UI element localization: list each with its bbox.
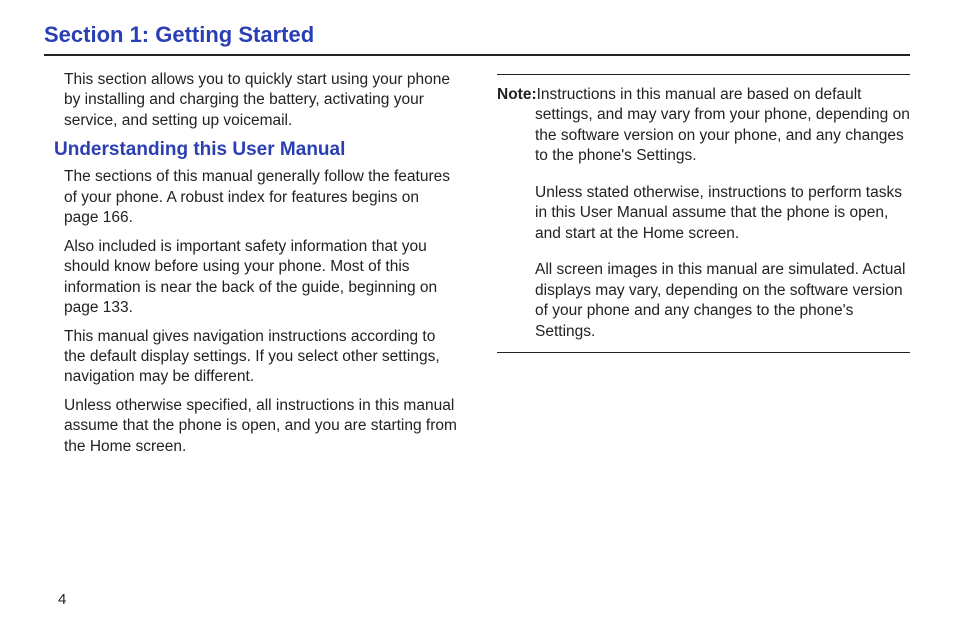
two-column-layout: This section allows you to quickly start…	[44, 70, 910, 465]
note-paragraph: Unless stated otherwise, instructions to…	[497, 183, 910, 244]
body-paragraph: The sections of this manual generally fo…	[44, 167, 457, 228]
right-column: Note:Instructions in this manual are bas…	[497, 70, 910, 465]
section-rule	[44, 54, 910, 56]
left-column: This section allows you to quickly start…	[44, 70, 457, 465]
section-title: Section 1: Getting Started	[44, 22, 910, 48]
page-number: 4	[58, 591, 66, 608]
body-paragraph: Also included is important safety inform…	[44, 237, 457, 319]
body-paragraph: This manual gives navigation instruction…	[44, 327, 457, 388]
intro-paragraph: This section allows you to quickly start…	[44, 70, 457, 131]
sub-heading: Understanding this User Manual	[44, 139, 457, 161]
note-paragraph: All screen images in this manual are sim…	[497, 260, 910, 342]
body-paragraph: Unless otherwise specified, all instruct…	[44, 396, 457, 457]
note-text: Instructions in this manual are based on…	[535, 86, 910, 164]
note-block: Note:Instructions in this manual are bas…	[497, 74, 910, 353]
document-page: Section 1: Getting Started This section …	[0, 0, 954, 465]
note-paragraph: Note:Instructions in this manual are bas…	[497, 85, 910, 167]
note-label: Note:	[497, 86, 537, 103]
